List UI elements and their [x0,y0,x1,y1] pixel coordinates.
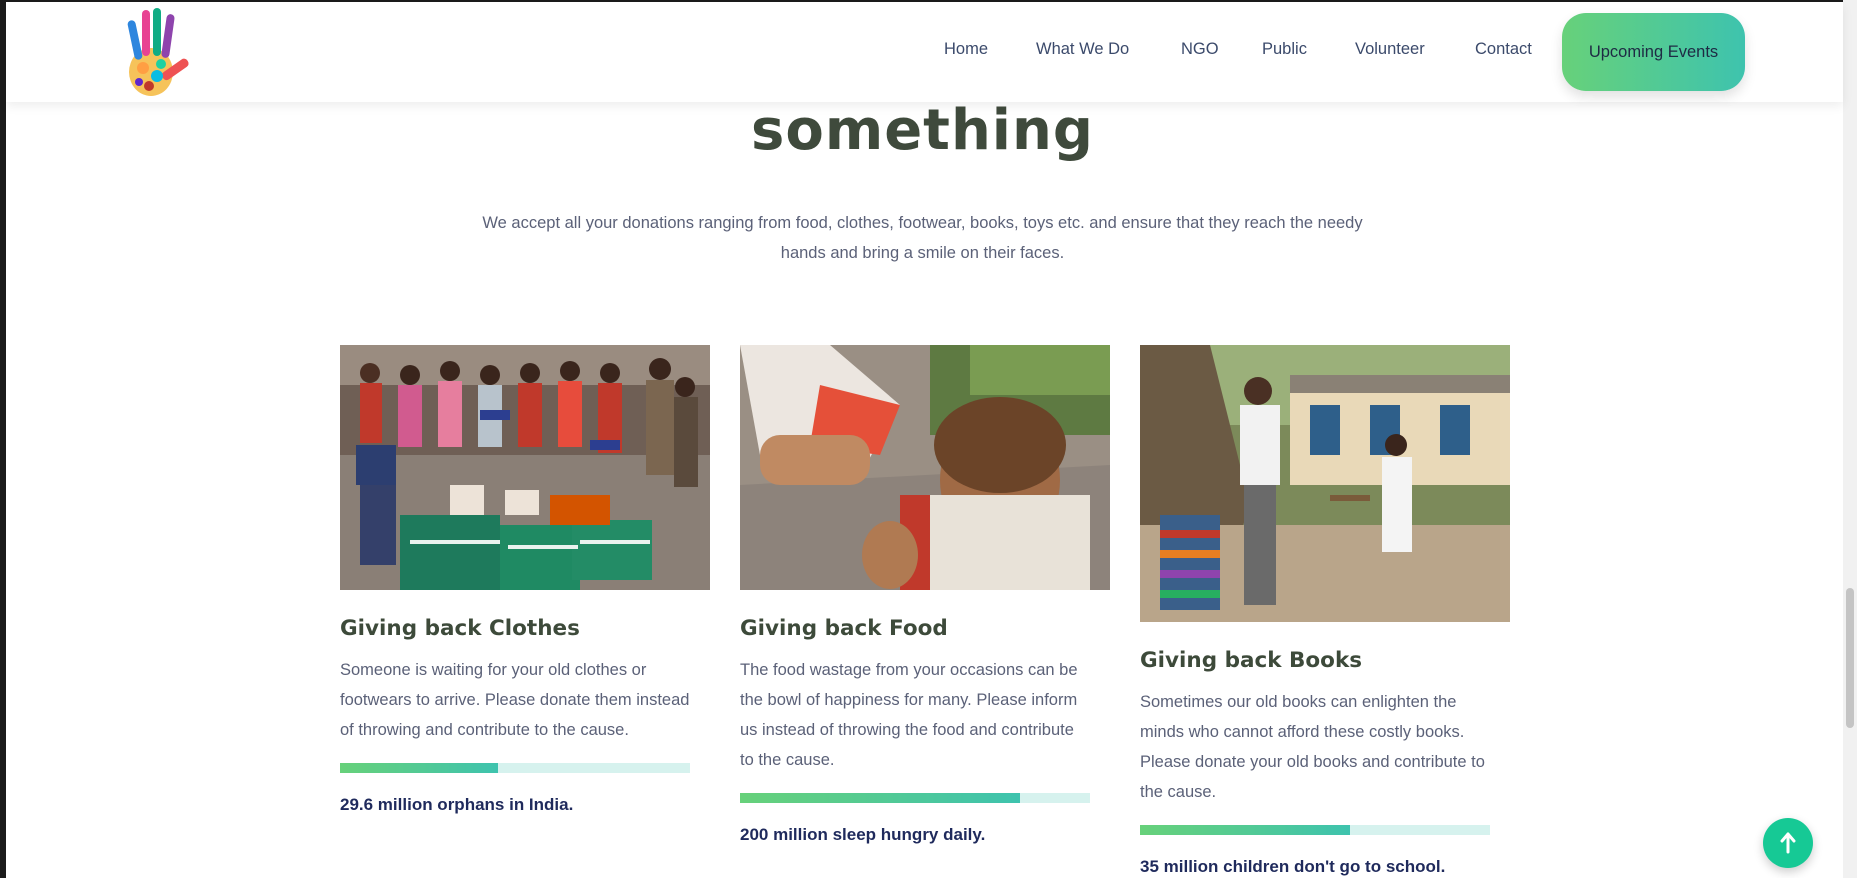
card-title: Giving back Books [1140,648,1363,673]
nav-ngo[interactable]: NGO [1181,40,1219,59]
section-intro: We accept all your donations ranging fro… [482,214,1363,262]
food-donation-photo [740,345,1110,590]
card-stat: 200 million sleep hungry daily. [740,825,986,844]
clothes-donation-photo [340,345,710,590]
card-food: Giving back Food The food wastage from y… [740,345,1110,845]
nav-home[interactable]: Home [944,40,988,59]
arrow-up-icon [1780,832,1796,854]
progress-fill [340,763,498,773]
books-donation-photo [1140,345,1510,622]
page-scrollbar[interactable] [1843,0,1857,878]
scrollbar-thumb[interactable] [1846,588,1854,728]
card-description: Sometimes our old books can enlighten th… [1140,693,1485,801]
card-stat: 35 million children don't go to school. [1140,857,1446,876]
card-title: Giving back Clothes [340,616,580,641]
card-description: Someone is waiting for your old clothes … [340,661,690,739]
section-heading: something [751,98,1094,163]
card-books: Giving back Books Sometimes our old book… [1140,345,1510,877]
card-title: Giving back Food [740,616,948,641]
progress-fill [1140,825,1350,835]
nav-public[interactable]: Public [1262,40,1307,59]
card-description: The food wastage from your occasions can… [740,661,1078,769]
upcoming-events-button[interactable]: Upcoming Events [1562,13,1745,91]
progress-bar [340,763,690,773]
card-clothes: Giving back Clothes Someone is waiting f… [340,345,710,815]
site-header: Home What We Do NGO Public Volunteer Con… [6,2,1843,102]
card-stat: 29.6 million orphans in India. [340,795,574,814]
progress-fill [740,793,1020,803]
progress-bar [740,793,1090,803]
handprint-logo[interactable] [103,2,199,102]
nav-contact[interactable]: Contact [1475,40,1532,59]
progress-bar [1140,825,1490,835]
nav-what-we-do[interactable]: What We Do [1036,40,1129,59]
nav-volunteer[interactable]: Volunteer [1355,40,1425,59]
scroll-to-top-button[interactable] [1763,818,1813,868]
